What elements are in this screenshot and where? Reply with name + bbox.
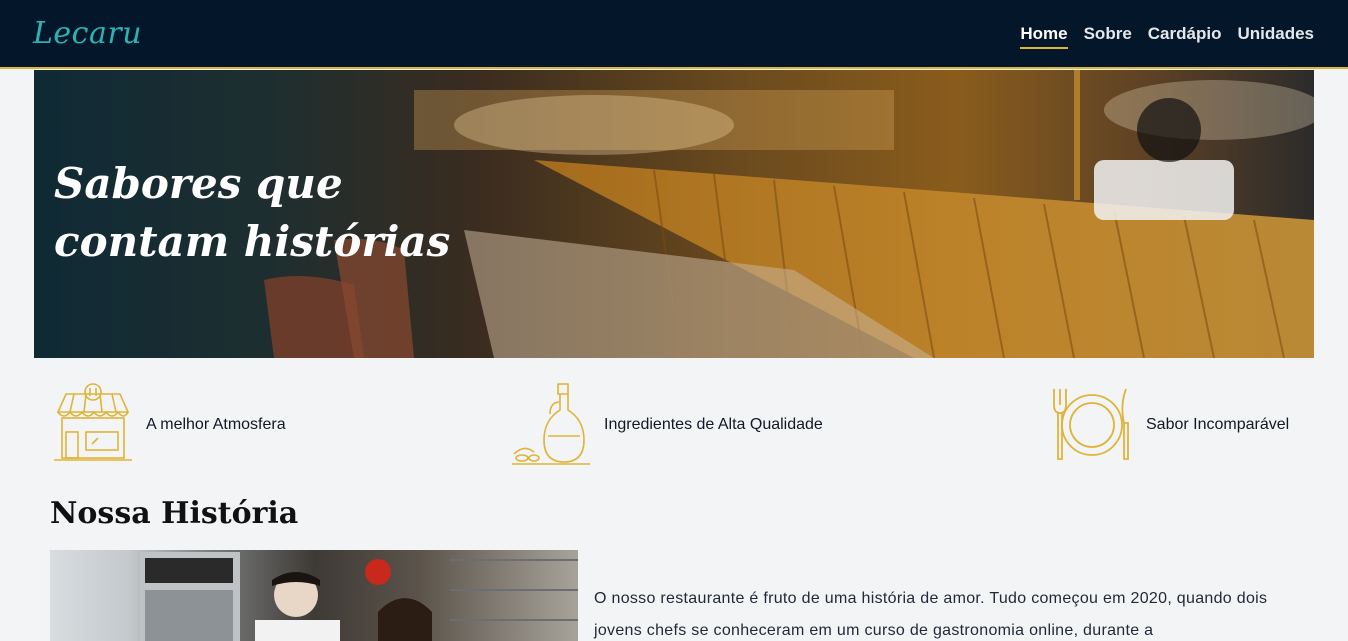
feature-label: A melhor Atmosfera	[146, 416, 286, 433]
story-text: O nosso restaurante é fruto de uma histó…	[594, 590, 1268, 639]
storefront-icon	[52, 382, 134, 468]
brand-logo[interactable]: Lecaru	[33, 16, 142, 51]
hero-title: Sabores que contam histórias	[54, 159, 451, 266]
feature-flavor: Sabor Incomparável	[1050, 380, 1289, 470]
feature-ingredients: Ingredientes de Alta Qualidade	[510, 380, 823, 470]
main-nav: Home Sobre Cardápio Unidades	[1004, 24, 1314, 49]
nav-unidades[interactable]: Unidades	[1237, 24, 1314, 49]
features-row: A melhor Atmosfera Ingredientes de Alta …	[0, 380, 1348, 470]
plate-cutlery-icon	[1050, 383, 1134, 467]
feature-label: Ingredientes de Alta Qualidade	[604, 416, 823, 433]
hero-banner: Sabores que contam histórias	[34, 70, 1314, 358]
nav-home[interactable]: Home	[1020, 24, 1068, 49]
story-title: Nossa História	[50, 496, 299, 531]
olive-oil-bottle-icon	[510, 380, 592, 470]
navbar: Lecaru Home Sobre Cardápio Unidades	[0, 0, 1348, 69]
nav-sobre[interactable]: Sobre	[1084, 24, 1132, 49]
feature-atmosphere: A melhor Atmosfera	[52, 380, 286, 470]
story-image	[50, 550, 578, 641]
nav-cardapio[interactable]: Cardápio	[1148, 24, 1222, 49]
feature-label: Sabor Incomparável	[1146, 416, 1290, 433]
